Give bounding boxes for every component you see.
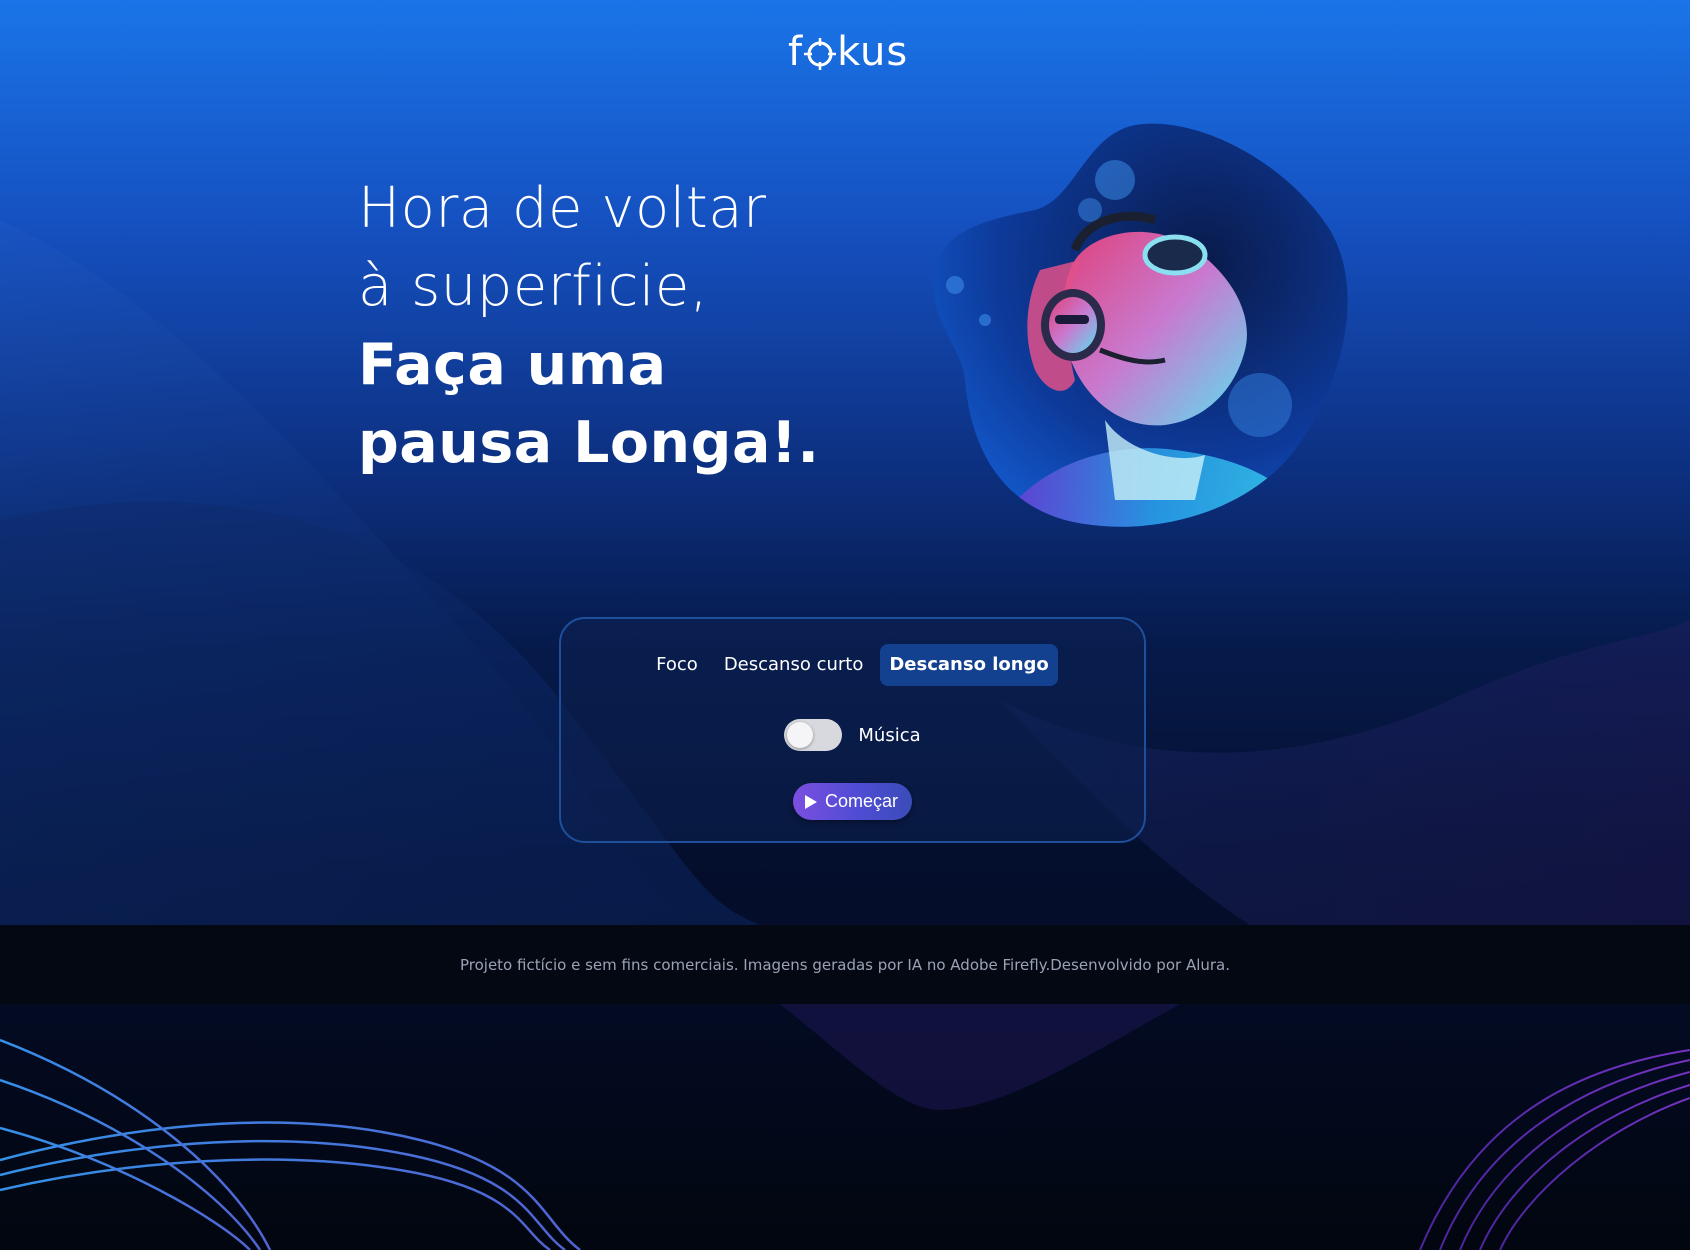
tab-foco[interactable]: Foco (647, 644, 707, 686)
play-icon (804, 794, 817, 809)
music-row: Música (561, 719, 1144, 751)
target-icon (804, 38, 837, 70)
fokus-logo[interactable]: f kus (788, 30, 908, 74)
headline-line-4: pausa Longa!. (358, 410, 820, 476)
start-button-label: Começar (824, 791, 899, 811)
footer: Projeto fictício e sem fins comerciais. … (0, 925, 1690, 1004)
start-row: Começar (561, 783, 1144, 820)
hero-headline: Hora de voltar à superficie, Faça uma pa… (358, 170, 878, 482)
mode-tabs: Foco Descanso curto Descanso longo (561, 644, 1144, 686)
headline-line-1: Hora de voltar (358, 176, 767, 241)
timer-card: Foco Descanso curto Descanso longo Músic… (559, 617, 1146, 843)
music-label: Música (858, 724, 921, 746)
logo-text-f: f (788, 29, 804, 75)
music-toggle[interactable] (784, 719, 843, 751)
logo-text-kus: kus (837, 29, 909, 75)
tab-descanso-longo[interactable]: Descanso longo (880, 644, 1058, 686)
headline-line-3: Faça uma (358, 332, 667, 398)
headline-line-2: à superficie, (358, 254, 709, 319)
footer-text: Projeto fictício e sem fins comerciais. … (459, 955, 1231, 974)
start-button[interactable]: Começar (792, 783, 913, 820)
tab-descanso-curto[interactable]: Descanso curto (715, 644, 873, 686)
toggle-knob (787, 722, 814, 748)
app-page: f kus Hora de voltar à superficie, Faça … (0, 0, 1690, 1250)
diver-illustration (932, 123, 1348, 527)
